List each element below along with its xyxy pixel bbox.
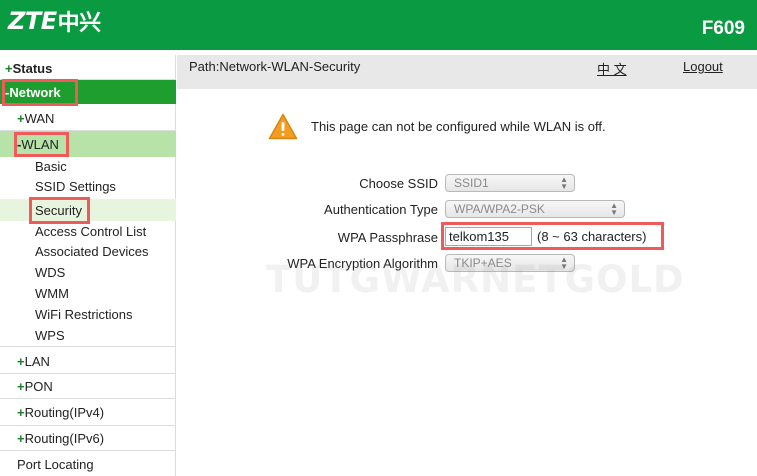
select-arrows-icon: ▲ ▼	[560, 255, 568, 271]
expand-plus-icon: +	[17, 378, 25, 394]
language-link[interactable]: 中 文	[597, 59, 627, 78]
sidebar-item-associated-devices[interactable]: Associated Devices	[0, 241, 176, 262]
sidebar-item-basic[interactable]: Basic	[0, 156, 176, 176]
warning-icon	[268, 113, 298, 140]
path-bar: Path:Network-WLAN-Security 中 文 Logout	[177, 55, 757, 89]
ssid-select-value: SSID1	[454, 176, 489, 190]
wpa-passphrase-label: WPA Passphrase	[337, 230, 438, 245]
sidebar-item-label: Routing(IPv6)	[24, 430, 105, 446]
sidebar-item-access-control-list[interactable]: Access Control List	[0, 221, 176, 241]
encryption-select-value: TKIP+AES	[454, 256, 512, 270]
sidebar-item-label: WAN	[24, 110, 55, 126]
sidebar-item-pon[interactable]: + PON	[0, 374, 176, 398]
ssid-select[interactable]: SSID1 ▲ ▼	[445, 174, 575, 192]
divider	[0, 346, 176, 347]
sidebar-item-label: WPS	[35, 328, 65, 343]
expand-plus-icon: +	[17, 110, 25, 126]
sidebar-item-security[interactable]: Security	[0, 199, 176, 221]
passphrase-hint: (8 ~ 63 characters)	[537, 229, 647, 244]
select-arrows-icon: ▲ ▼	[610, 201, 618, 217]
sidebar-item-wps[interactable]: WPS	[0, 325, 176, 346]
logo-cn: 中兴	[57, 11, 102, 36]
sidebar: + Status - Network + WAN - WLAN Basic SS…	[0, 55, 176, 476]
sidebar-item-label: Network	[9, 84, 61, 100]
expand-plus-icon: +	[17, 430, 25, 446]
sidebar-item-lan[interactable]: + LAN	[0, 349, 176, 373]
sidebar-item-label: Security	[35, 202, 82, 218]
wpa-passphrase-input[interactable]	[445, 227, 532, 246]
auth-type-select-value: WPA/WPA2-PSK	[454, 202, 545, 216]
authentication-type-label: Authentication Type	[324, 202, 438, 217]
notice-text: This page can not be configured while WL…	[311, 119, 606, 134]
sidebar-item-wmm[interactable]: WMM	[0, 283, 176, 304]
choose-ssid-label: Choose SSID	[359, 176, 438, 191]
sidebar-item-status[interactable]: + Status	[0, 57, 176, 79]
expand-plus-icon: +	[5, 60, 13, 76]
sidebar-item-label: Status	[12, 60, 53, 76]
logo-latin: ZTE	[8, 7, 57, 35]
sidebar-item-label: LAN	[24, 353, 50, 369]
device-model: F609	[701, 18, 745, 39]
breadcrumb: Path:Network-WLAN-Security	[189, 59, 361, 74]
sidebar-item-label: WDS	[35, 265, 66, 280]
sidebar-item-label: Access Control List	[35, 223, 147, 239]
sidebar-item-label: WiFi Restrictions	[35, 307, 133, 322]
select-arrows-icon: ▲ ▼	[560, 175, 568, 191]
sidebar-item-label: PON	[24, 378, 53, 394]
logout-link[interactable]: Logout	[683, 59, 723, 74]
sidebar-item-port-locating[interactable]: Port Locating	[0, 453, 176, 475]
encryption-select[interactable]: TKIP+AES ▲ ▼	[445, 254, 575, 272]
sidebar-item-wan[interactable]: + WAN	[0, 106, 176, 130]
expand-plus-icon: +	[17, 353, 25, 369]
sidebar-item-network[interactable]: - Network	[0, 80, 176, 104]
sidebar-item-wds[interactable]: WDS	[0, 262, 176, 283]
sidebar-item-label: WLAN	[21, 136, 59, 152]
wpa-encryption-label: WPA Encryption Algorithm	[287, 256, 438, 271]
sidebar-item-label: SSID Settings	[35, 179, 116, 194]
sidebar-item-wlan[interactable]: - WLAN	[0, 131, 176, 157]
expand-plus-icon: +	[17, 404, 25, 420]
sidebar-item-wifi-restrictions[interactable]: WiFi Restrictions	[0, 304, 176, 325]
divider	[0, 450, 176, 451]
sidebar-item-routing-ipv4[interactable]: + Routing(IPv4)	[0, 399, 176, 425]
sidebar-item-label: Associated Devices	[35, 244, 149, 259]
sidebar-item-label: Basic	[35, 158, 67, 174]
sidebar-item-label: WMM	[35, 286, 69, 301]
header-bar: ZTE 中兴 F609	[0, 0, 757, 50]
sidebar-item-ssid-settings[interactable]: SSID Settings	[0, 176, 176, 197]
sidebar-item-label: Port Locating	[17, 456, 94, 472]
sidebar-item-label: Routing(IPv4)	[24, 404, 105, 420]
auth-type-select[interactable]: WPA/WPA2-PSK ▲ ▼	[445, 200, 625, 218]
zte-logo: ZTE 中兴	[8, 6, 101, 36]
sidebar-item-routing-ipv6[interactable]: + Routing(IPv6)	[0, 426, 176, 450]
